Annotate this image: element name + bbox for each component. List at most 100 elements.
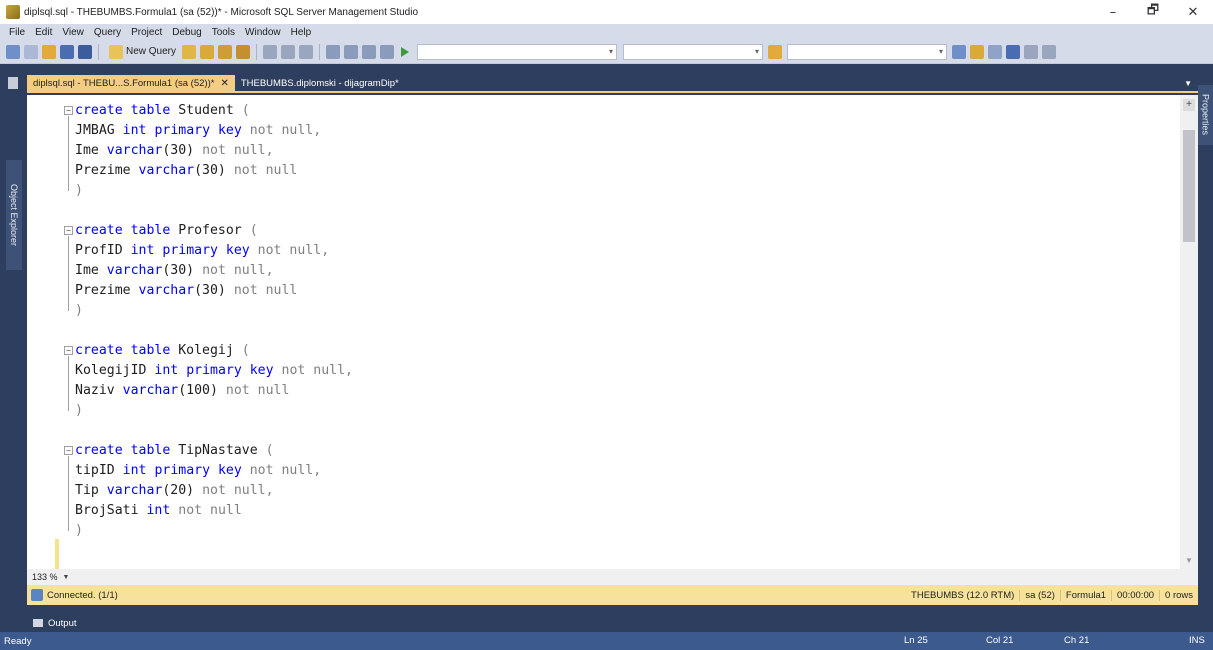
save-icon[interactable] <box>60 44 74 59</box>
output-window-icon <box>33 619 43 627</box>
ssms-app-icon <box>6 5 20 19</box>
collapse-region-icon[interactable]: − <box>64 446 73 455</box>
cut-icon[interactable] <box>263 44 278 59</box>
menu-edit[interactable]: Edit <box>30 27 57 38</box>
minimize-button[interactable]: – <box>1093 0 1133 24</box>
scroll-thumb[interactable] <box>1183 130 1195 242</box>
analysis-query-icon[interactable] <box>200 44 215 59</box>
sql-keyword: create table <box>75 103 171 118</box>
menu-tools[interactable]: Tools <box>207 27 240 38</box>
customize-icon[interactable] <box>1042 44 1057 59</box>
tab-dijagramdip[interactable]: THEBUMBS.diplomski - dijagramDip* <box>235 75 405 91</box>
toolbar-separator <box>256 43 258 60</box>
output-label: Output <box>48 617 77 629</box>
redo-icon[interactable] <box>344 44 359 59</box>
column-type: varchar <box>106 263 163 278</box>
null-constraint: not null <box>233 283 298 298</box>
properties-tab[interactable]: Properties <box>1198 85 1213 145</box>
pin-icon[interactable] <box>8 77 18 89</box>
status-bar: Ready Ln 25 Col 21 Ch 21 INS <box>0 632 1213 650</box>
null-constraint: not null, <box>249 123 322 138</box>
menu-view[interactable]: View <box>57 27 89 38</box>
object-explorer-icon[interactable] <box>6 44 20 59</box>
new-query-button[interactable]: New Query <box>107 44 177 59</box>
horizontal-scrollbar[interactable] <box>89 572 1169 582</box>
menu-bar: File Edit View Query Project Debug Tools… <box>0 24 1213 40</box>
column-type: int <box>122 123 147 138</box>
collapse-region-icon[interactable]: − <box>64 106 73 115</box>
code-line-create-table: − create table Student ( <box>64 101 250 121</box>
window-title: diplsql.sql - THEBUMBS.Formula1 (sa (52)… <box>24 6 419 18</box>
status-insert-mode: INS <box>1189 635 1205 646</box>
new-project-icon[interactable] <box>24 44 38 59</box>
open-file-icon[interactable] <box>42 44 56 59</box>
open-paren: ( <box>265 443 274 458</box>
close-button[interactable]: ✕ <box>1173 0 1213 24</box>
navigate-backward-icon[interactable] <box>362 44 377 59</box>
zoom-dropdown-icon[interactable]: ▼ <box>63 574 70 581</box>
copy-icon[interactable] <box>281 44 296 59</box>
menu-window[interactable]: Window <box>240 27 286 38</box>
code-line-column: tipID int primary key not null, <box>75 461 321 481</box>
split-window-icon[interactable]: + <box>1183 99 1195 111</box>
find-select[interactable]: ▾ <box>787 43 948 60</box>
output-tab[interactable]: Output <box>27 614 227 632</box>
undo-icon[interactable] <box>326 44 341 59</box>
new-query-label: New Query <box>126 46 177 57</box>
menu-debug[interactable]: Debug <box>167 27 206 38</box>
null-constraint: not null, <box>281 363 353 378</box>
column-type: int <box>122 463 147 478</box>
close-tab-icon[interactable]: ✕ <box>220 78 228 89</box>
query-editor[interactable]: − create table Student (JMBAG int primary… <box>27 95 1198 569</box>
document-tab-strip: diplsql.sql - THEBU...S.Formula1 (sa (52… <box>27 75 1198 93</box>
new-query-icon <box>109 44 123 59</box>
collapse-region-icon[interactable]: − <box>64 226 73 235</box>
status-ready: Ready <box>4 635 32 647</box>
toolbar: New Query ▾ ▾ ▾ <box>0 40 1213 64</box>
title-bar: diplsql.sql - THEBUMBS.Formula1 (sa (52)… <box>0 0 1213 24</box>
find-in-files-icon[interactable] <box>768 44 783 59</box>
database-engine-query-icon[interactable] <box>182 44 197 59</box>
properties-window-icon[interactable] <box>970 44 985 59</box>
solution-explorer-icon[interactable] <box>952 44 967 59</box>
dmx-query-icon[interactable] <box>218 44 233 59</box>
toolbox-icon[interactable] <box>1024 44 1039 59</box>
maximize-button[interactable]: 🗗 <box>1133 0 1173 24</box>
menu-help[interactable]: Help <box>286 27 317 38</box>
vertical-scrollbar[interactable]: + ▼ <box>1180 95 1198 569</box>
navigate-forward-icon[interactable] <box>380 44 395 59</box>
null-constraint: not null, <box>202 143 274 158</box>
object-explorer-tab[interactable]: Object Explorer <box>6 160 22 270</box>
object-explorer-toolbar-icon[interactable] <box>988 44 1003 59</box>
constraint-keyword: primary key <box>154 463 242 478</box>
server-name: THEBUMBS (12.0 RTM) <box>911 589 1015 601</box>
start-debug-icon[interactable] <box>401 46 410 57</box>
solution-platform-select[interactable]: ▾ <box>623 43 764 60</box>
menu-file[interactable]: File <box>4 27 30 38</box>
solution-configuration-select[interactable]: ▾ <box>417 43 618 60</box>
xmla-query-icon[interactable] <box>236 44 251 59</box>
column-name: ProfID <box>75 243 123 258</box>
menu-query[interactable]: Query <box>89 27 126 38</box>
scroll-down-icon[interactable]: ▼ <box>1185 556 1193 565</box>
paste-icon[interactable] <box>299 44 314 59</box>
sql-keyword: create table <box>75 443 171 458</box>
zoom-level[interactable]: 133 % <box>27 572 58 582</box>
connected-icon <box>31 589 43 601</box>
column-name: Prezime <box>75 283 131 298</box>
fold-guide <box>68 116 69 191</box>
collapse-region-icon[interactable]: − <box>64 346 73 355</box>
menu-project[interactable]: Project <box>126 27 167 38</box>
template-explorer-icon[interactable] <box>1006 44 1021 59</box>
tab-diplsql[interactable]: diplsql.sql - THEBU...S.Formula1 (sa (52… <box>27 75 235 91</box>
save-all-icon[interactable] <box>78 44 92 59</box>
close-paren: ) <box>75 523 83 538</box>
tab-label: diplsql.sql - THEBU...S.Formula1 (sa (52… <box>33 77 215 89</box>
open-paren: ( <box>241 103 250 118</box>
code-line-close: ) <box>75 401 83 421</box>
column-type: int <box>154 363 179 378</box>
table-name: Kolegij <box>178 343 234 358</box>
tab-list-dropdown-icon[interactable]: ▼ <box>1184 79 1192 88</box>
close-paren: ) <box>75 303 83 318</box>
code-line-column: BrojSati int not null <box>75 501 242 521</box>
